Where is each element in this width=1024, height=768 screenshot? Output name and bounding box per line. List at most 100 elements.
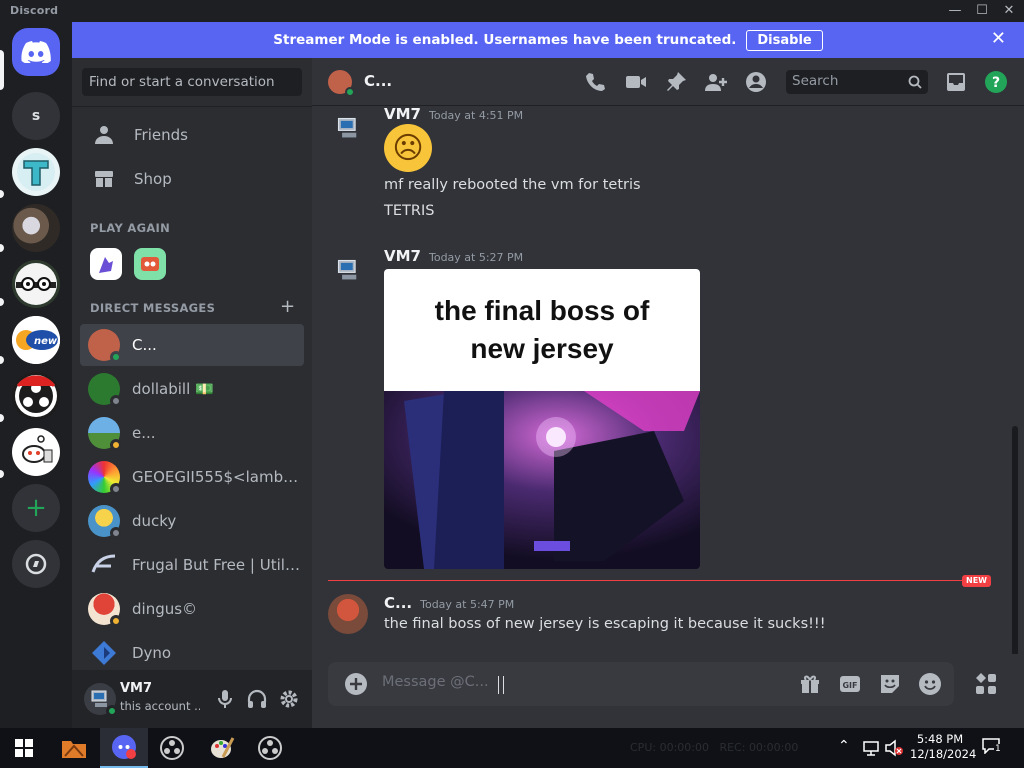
message-input[interactable]: Message @C... (382, 674, 489, 690)
help-button[interactable]: ? (984, 70, 1008, 94)
apps-button[interactable] (974, 672, 998, 696)
start-button[interactable] (0, 728, 48, 768)
avatar[interactable] (328, 250, 368, 290)
message-timestamp: Today at 4:51 PM (428, 109, 524, 122)
obs-icon (258, 736, 282, 760)
shop-label: Shop (134, 170, 172, 188)
server-7[interactable] (12, 428, 60, 476)
reddit-alien-icon (15, 431, 57, 473)
image-attachment[interactable]: the final boss of new jersey (384, 269, 700, 569)
smiley-icon (919, 673, 941, 695)
headphones-icon (247, 689, 267, 708)
message-text: mf really rebooted the vm for tetris (384, 177, 641, 193)
create-dm-button[interactable]: + (280, 296, 295, 317)
avatar (88, 549, 120, 581)
server-5[interactable]: newo (12, 316, 60, 364)
gift-icon (801, 675, 819, 693)
mute-button[interactable] (214, 688, 236, 710)
streamer-mode-banner: Streamer Mode is enabled. Usernames have… (72, 22, 1024, 58)
gif-button[interactable]: GIF (838, 672, 862, 696)
maximize-button[interactable]: ☐ (973, 2, 991, 20)
divider (72, 106, 312, 107)
dm-item[interactable]: Frugal But Free | Utilit... (80, 544, 304, 586)
dm-item[interactable]: C... (80, 324, 304, 366)
close-banner-icon[interactable]: ✕ (991, 30, 1006, 48)
chevron-up-icon: ⌃ (838, 738, 850, 754)
server-4[interactable] (12, 260, 60, 308)
shop-icon (95, 171, 113, 187)
server-3[interactable] (12, 204, 60, 252)
game-2-icon (141, 257, 159, 271)
message-author[interactable]: C... Today at 5:47 PM (384, 594, 514, 612)
taskbar-obs-2[interactable] (246, 728, 294, 768)
user-profile-button[interactable] (744, 70, 768, 94)
pinned-messages-button[interactable] (664, 70, 688, 94)
recipient-name[interactable]: C... (364, 72, 392, 90)
discord-logo-icon (21, 41, 51, 63)
clock[interactable]: 5:48 PM 12/18/2024 (910, 732, 976, 762)
voice-call-button[interactable] (584, 70, 608, 94)
avatar[interactable] (328, 594, 368, 634)
video-call-button[interactable] (624, 70, 648, 94)
message-author[interactable]: VM7 Today at 4:51 PM (384, 105, 523, 123)
explore-button[interactable] (12, 540, 60, 588)
server-6[interactable] (12, 372, 60, 420)
new-messages-divider (328, 580, 978, 581)
notifications-button[interactable]: 1 (982, 738, 1004, 758)
taskbar-paint[interactable] (198, 728, 246, 768)
dm-item[interactable]: dingus© (80, 588, 304, 630)
disable-button[interactable]: Disable (746, 29, 823, 51)
taskbar-obs-1[interactable] (148, 728, 196, 768)
help-icon: ? (985, 71, 1007, 93)
computer-avatar-icon (337, 117, 357, 138)
avatar[interactable] (328, 108, 368, 148)
dm-item[interactable]: GEOEGII555$<lambd... (80, 456, 304, 498)
discord-taskbar-icon (112, 735, 136, 759)
minimize-button[interactable]: — (946, 2, 964, 20)
server-s[interactable]: s (12, 92, 60, 140)
dm-item[interactable]: Dyno (80, 632, 304, 674)
paint-icon (211, 737, 235, 758)
inbox-icon (947, 73, 965, 91)
banner-text: Streamer Mode is enabled. Usernames have… (273, 32, 737, 48)
gift-button[interactable] (798, 672, 822, 696)
close-window-button[interactable]: ✕ (1000, 2, 1018, 20)
message-list: VM7 Today at 4:51 PM ☹ mf really rebooted… (312, 105, 1024, 656)
friends-icon (95, 126, 113, 144)
chat-header: C... Search ? (312, 58, 1024, 106)
find-conversation-input[interactable]: Find or start a conversation (82, 68, 302, 96)
upload-button[interactable] (344, 672, 368, 696)
dm-item[interactable]: e... (80, 412, 304, 454)
message-author[interactable]: VM7 Today at 5:27 PM (384, 247, 523, 265)
plus-circle-icon (345, 673, 367, 695)
settings-button[interactable] (278, 688, 300, 710)
friends-nav[interactable]: Friends (80, 114, 304, 156)
message-text: the final boss of new jersey is escaping… (384, 616, 826, 632)
plus-icon: + (25, 493, 47, 523)
add-server-button[interactable]: + (12, 484, 60, 532)
server-t[interactable] (12, 148, 60, 196)
shop-nav[interactable]: Shop (80, 158, 304, 200)
folder-app-icon (62, 741, 86, 758)
video-camera-icon (626, 76, 646, 88)
dm-item[interactable]: ducky (80, 500, 304, 542)
game-tile-2[interactable] (134, 248, 166, 280)
dm-item[interactable]: dollabill 💵 (80, 368, 304, 410)
add-friends-to-dm-button[interactable] (704, 70, 728, 94)
inbox-button[interactable] (944, 70, 968, 94)
user-avatar[interactable] (84, 683, 118, 717)
frugal-logo-icon (91, 554, 116, 573)
scrollbar[interactable] (1012, 426, 1018, 656)
network-icon[interactable] (862, 739, 880, 761)
search-placeholder: Search (792, 73, 839, 89)
emoji-button[interactable] (918, 672, 942, 696)
show-hidden-icons-button[interactable]: ⌃ (838, 738, 850, 754)
deafen-button[interactable] (246, 688, 268, 710)
discord-home-button[interactable] (12, 28, 60, 76)
taskbar-discord[interactable] (100, 728, 148, 768)
taskbar-app-1[interactable] (50, 728, 98, 768)
volume-muted-icon[interactable] (884, 739, 904, 761)
game-tile-1[interactable] (90, 248, 122, 280)
search-input[interactable]: Search (786, 70, 928, 94)
sticker-button[interactable] (878, 672, 902, 696)
